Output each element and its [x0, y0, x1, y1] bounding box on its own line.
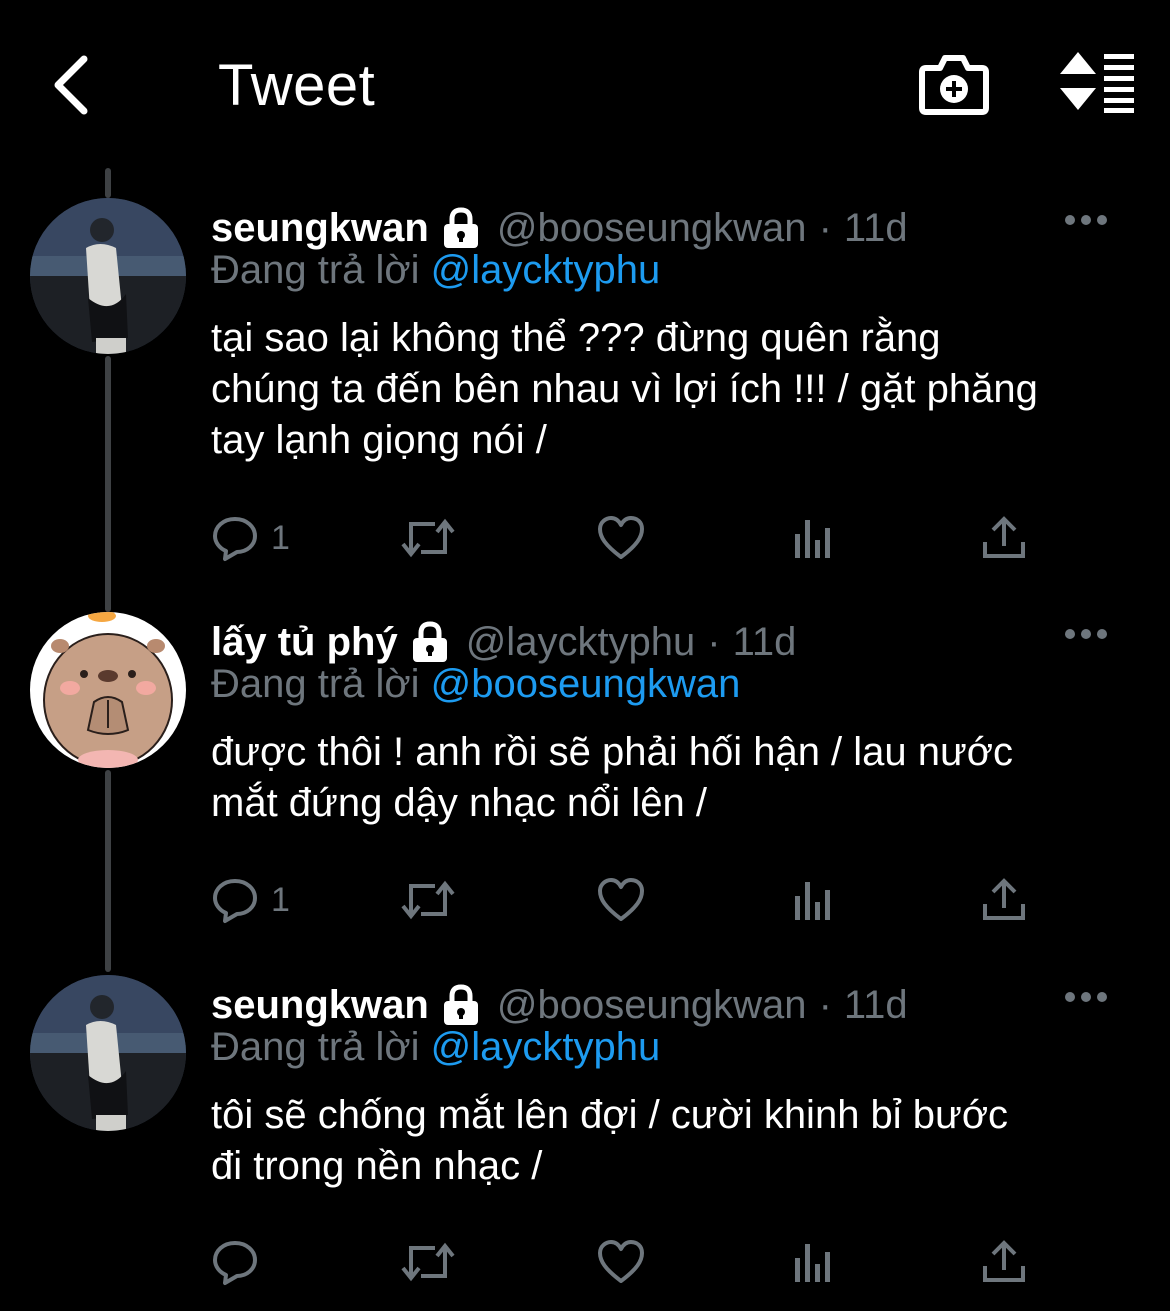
camera-button[interactable] — [918, 50, 990, 118]
profile-photo-image — [30, 198, 186, 354]
tweet-actions: 1 — [211, 510, 1091, 566]
share-button[interactable] — [981, 1234, 1027, 1290]
reply-icon — [213, 879, 257, 923]
reply-button[interactable]: 1 — [211, 872, 290, 928]
replying-to-label: Đang trả lời — [211, 662, 420, 706]
camera-add-icon — [919, 55, 989, 115]
back-button[interactable] — [40, 50, 100, 120]
heart-icon — [598, 878, 644, 921]
retweet-button[interactable] — [399, 872, 457, 928]
timestamp[interactable]: 11d — [733, 620, 797, 665]
more-options-icon[interactable] — [1064, 624, 1108, 644]
analytics-button[interactable] — [791, 1234, 835, 1290]
reply-button[interactable] — [211, 1234, 271, 1290]
lock-icon — [443, 984, 478, 1025]
display-name[interactable]: seungkwan — [211, 983, 429, 1028]
reply-mention-link[interactable]: @laycktyphu — [431, 248, 661, 292]
share-button[interactable] — [981, 872, 1027, 928]
share-button[interactable] — [981, 510, 1027, 566]
like-button[interactable] — [597, 1234, 645, 1290]
analytics-icon — [795, 520, 830, 558]
lock-icon — [443, 207, 478, 248]
tweet-text: tại sao lại không thể ??? đừng quên rằng… — [211, 316, 1038, 462]
avatar[interactable] — [30, 612, 186, 768]
sort-icon — [1060, 52, 1134, 113]
analytics-button[interactable] — [791, 510, 835, 566]
avatar[interactable] — [30, 198, 186, 354]
capybara-avatar-image — [30, 612, 186, 768]
reply-mention-link[interactable]: @laycktyphu — [431, 1025, 661, 1069]
timestamp[interactable]: 11d — [844, 983, 908, 1028]
retweet-icon — [401, 880, 455, 920]
heart-icon — [598, 1240, 644, 1283]
reply-mention-link[interactable]: @booseungkwan — [431, 662, 741, 706]
more-options-icon[interactable] — [1064, 210, 1108, 230]
handle[interactable]: @booseungkwan — [497, 983, 807, 1028]
lock-icon — [412, 621, 447, 662]
replying-to-label: Đang trả lời — [211, 1025, 420, 1069]
reply-icon — [213, 1241, 257, 1285]
replying-to: Đang trả lời @booseungkwan — [211, 662, 1130, 707]
separator: · — [818, 205, 832, 250]
thread-line — [105, 168, 111, 198]
reply-button[interactable]: 1 — [211, 510, 290, 566]
timestamp[interactable]: 11d — [844, 206, 908, 251]
top-bar: Tweet — [0, 0, 1170, 170]
display-name[interactable]: seungkwan — [211, 206, 429, 251]
reply-count: 1 — [271, 880, 290, 919]
heart-icon — [598, 516, 644, 559]
chevron-left-icon — [54, 55, 88, 115]
share-icon — [983, 1240, 1025, 1282]
tweet-text: tôi sẽ chống mắt lên đợi / cười khinh bỉ… — [211, 1093, 1009, 1188]
tweet-text: được thôi ! anh rồi sẽ phải hối hận / la… — [211, 730, 1014, 825]
reply-count: 1 — [271, 518, 290, 557]
analytics-icon — [795, 882, 830, 920]
tweet-actions: 1 — [211, 872, 1091, 928]
retweet-button[interactable] — [399, 1234, 457, 1290]
handle[interactable]: @laycktyphu — [466, 620, 696, 665]
retweet-icon — [401, 518, 455, 558]
analytics-icon — [795, 1244, 830, 1282]
like-button[interactable] — [597, 872, 645, 928]
reply-icon — [213, 517, 257, 561]
retweet-icon — [401, 1242, 455, 1282]
more-options-icon[interactable] — [1064, 987, 1108, 1007]
retweet-button[interactable] — [399, 510, 457, 566]
replying-to: Đang trả lời @laycktyphu — [211, 1025, 1130, 1070]
display-name[interactable]: lấy tủ phý — [211, 620, 398, 665]
handle[interactable]: @booseungkwan — [497, 206, 807, 251]
replying-to-label: Đang trả lời — [211, 248, 420, 292]
analytics-button[interactable] — [791, 872, 835, 928]
page-title: Tweet — [218, 53, 376, 118]
sort-button[interactable] — [1056, 50, 1140, 114]
thread-line — [105, 770, 111, 972]
share-icon — [983, 516, 1025, 558]
share-icon — [983, 878, 1025, 920]
thread-line — [105, 356, 111, 612]
tweet-thread-screen: Tweet seungkwan @booseungkwan · 11d Đang… — [0, 0, 1170, 1311]
like-button[interactable] — [597, 510, 645, 566]
profile-photo-image — [30, 975, 186, 1131]
separator: · — [818, 982, 832, 1027]
avatar[interactable] — [30, 975, 186, 1131]
tweet-actions — [211, 1234, 1091, 1290]
replying-to: Đang trả lời @laycktyphu — [211, 248, 1130, 293]
separator: · — [707, 619, 721, 664]
